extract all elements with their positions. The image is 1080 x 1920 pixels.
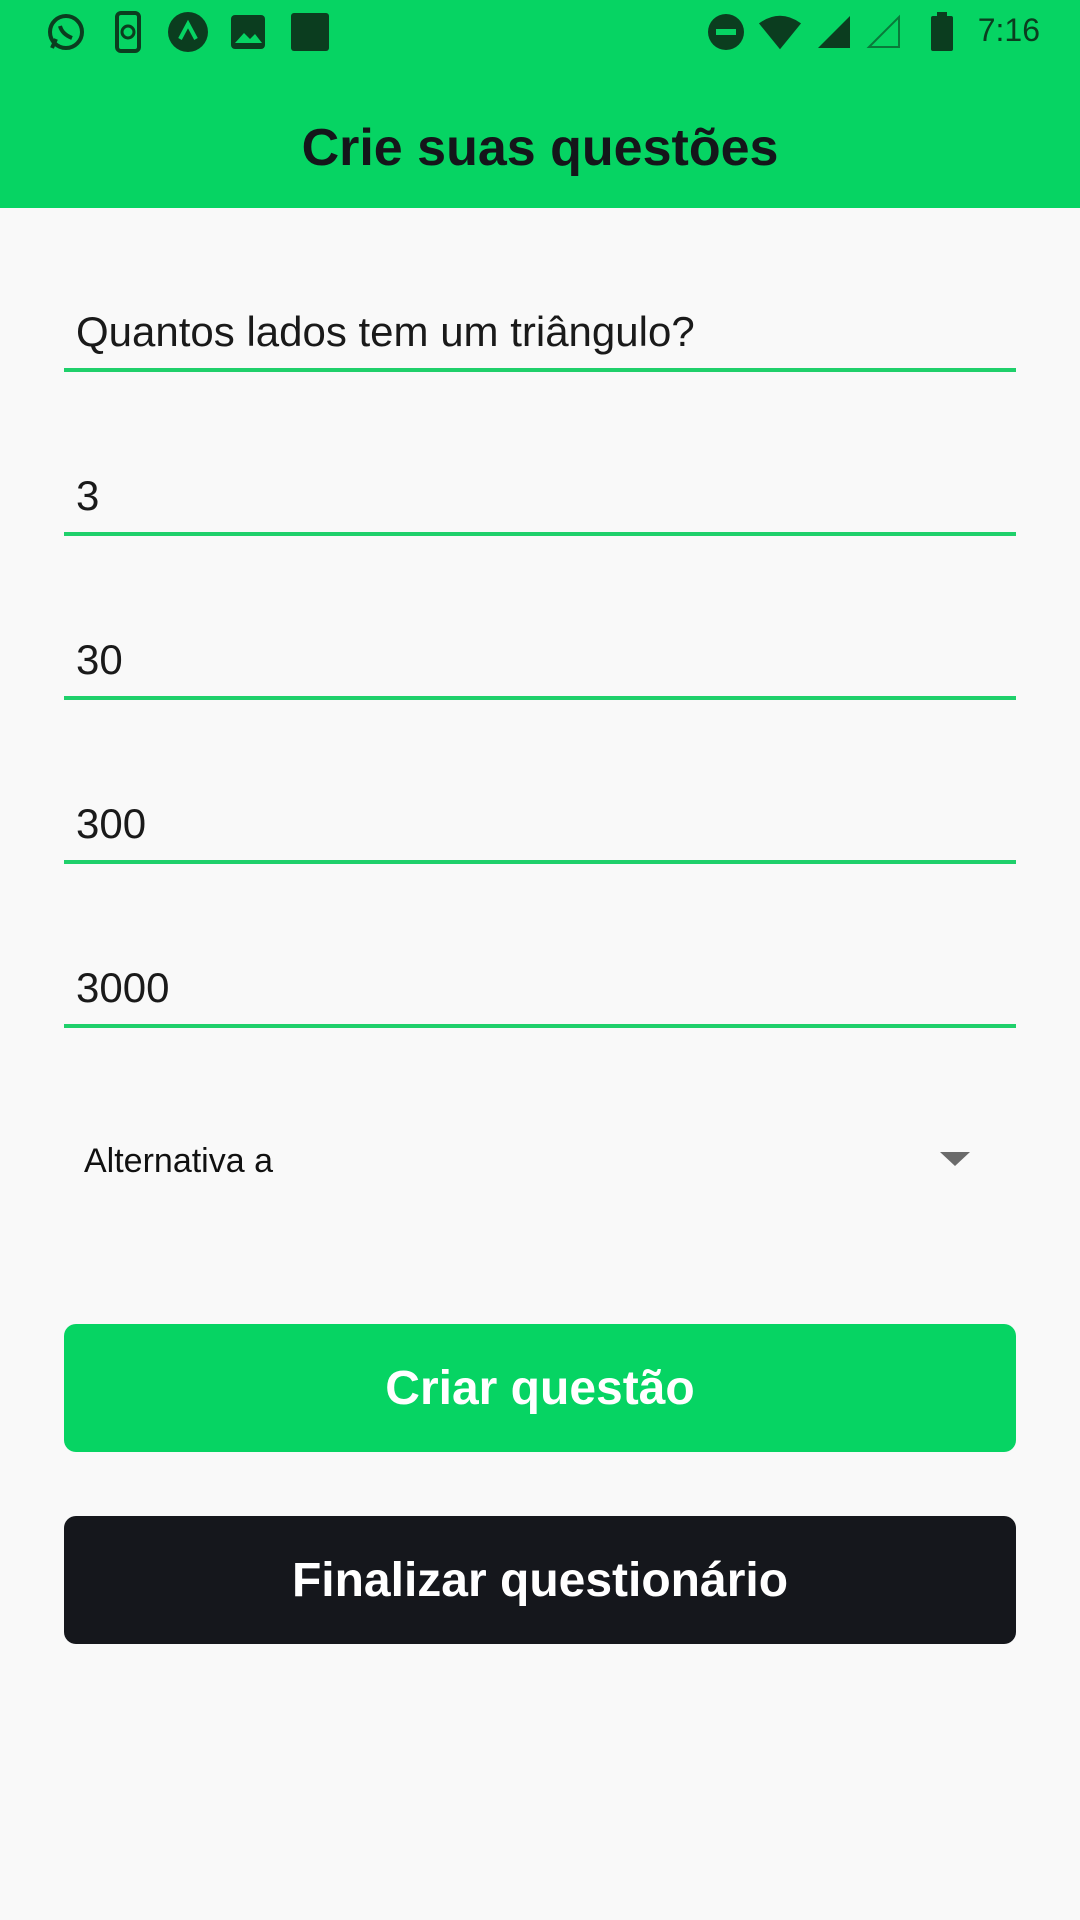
option-2-input[interactable] <box>76 636 996 684</box>
gallery-icon <box>226 10 270 54</box>
battery-icon <box>920 10 964 54</box>
page-title: Crie suas questões <box>301 119 779 177</box>
whatsapp-icon <box>44 10 88 54</box>
status-bar: 7:16 <box>0 0 1080 62</box>
phone-sync-icon <box>106 10 150 54</box>
option-3-input[interactable] <box>76 800 996 848</box>
do-not-disturb-icon <box>704 10 748 54</box>
arrow-app-icon <box>166 10 210 54</box>
select-selected-value: Alternativa a <box>84 1142 273 1180</box>
option-3-field[interactable] <box>64 794 1016 864</box>
option-1-input[interactable] <box>76 472 996 520</box>
signal-empty-icon <box>862 10 906 54</box>
status-time: 7:16 <box>977 12 1040 48</box>
signal-icon <box>812 10 856 54</box>
option-2-field[interactable] <box>64 630 1016 700</box>
chevron-down-icon <box>940 1152 970 1166</box>
option-4-field[interactable] <box>64 958 1016 1028</box>
question-field[interactable] <box>64 302 1016 372</box>
question-input[interactable] <box>76 308 996 356</box>
create-question-button[interactable]: Criar questão <box>64 1324 1016 1452</box>
option-1-field[interactable] <box>64 466 1016 536</box>
app-header: 7:16 Crie suas questões <box>0 0 1080 208</box>
option-4-input[interactable] <box>76 964 996 1012</box>
finish-quiz-button[interactable]: Finalizar questionário <box>64 1516 1016 1644</box>
wifi-icon <box>758 10 802 54</box>
square-app-icon <box>288 10 332 54</box>
